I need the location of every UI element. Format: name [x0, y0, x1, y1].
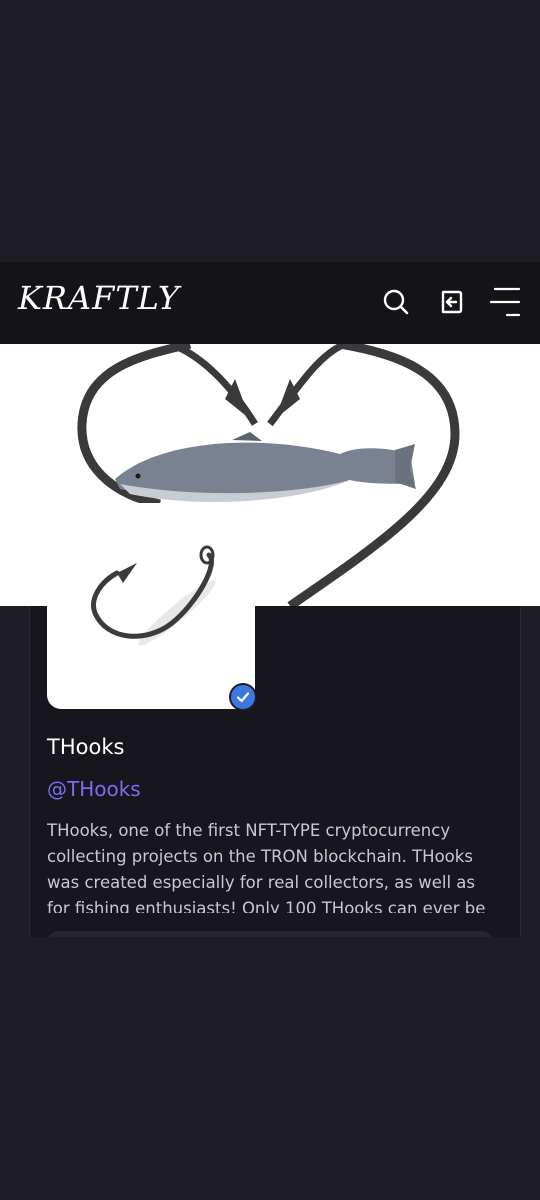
- page-below-content: [0, 937, 540, 1200]
- kraftly-logo[interactable]: KRAFTLY: [18, 278, 180, 318]
- menu-button[interactable]: [488, 284, 524, 320]
- search-button[interactable]: [378, 284, 414, 320]
- profile-avatar: [47, 503, 255, 709]
- search-icon: [383, 289, 409, 315]
- menu-icon: [489, 287, 521, 317]
- top-navbar: KRAFTLY: [0, 262, 540, 344]
- login-button[interactable]: [434, 284, 470, 320]
- fishing-hook-image: [91, 545, 216, 646]
- checkmark-icon: [236, 692, 250, 703]
- profile-description: THooks, one of the first NFT-TYPE crypto…: [47, 821, 486, 913]
- profile-handle[interactable]: @THooks: [47, 776, 141, 802]
- profile-name: THooks: [47, 735, 125, 759]
- login-icon: [441, 290, 463, 314]
- verified-badge: [229, 683, 257, 711]
- page: KRAFTLY THooks @THooks THooks, one of th…: [0, 0, 540, 1200]
